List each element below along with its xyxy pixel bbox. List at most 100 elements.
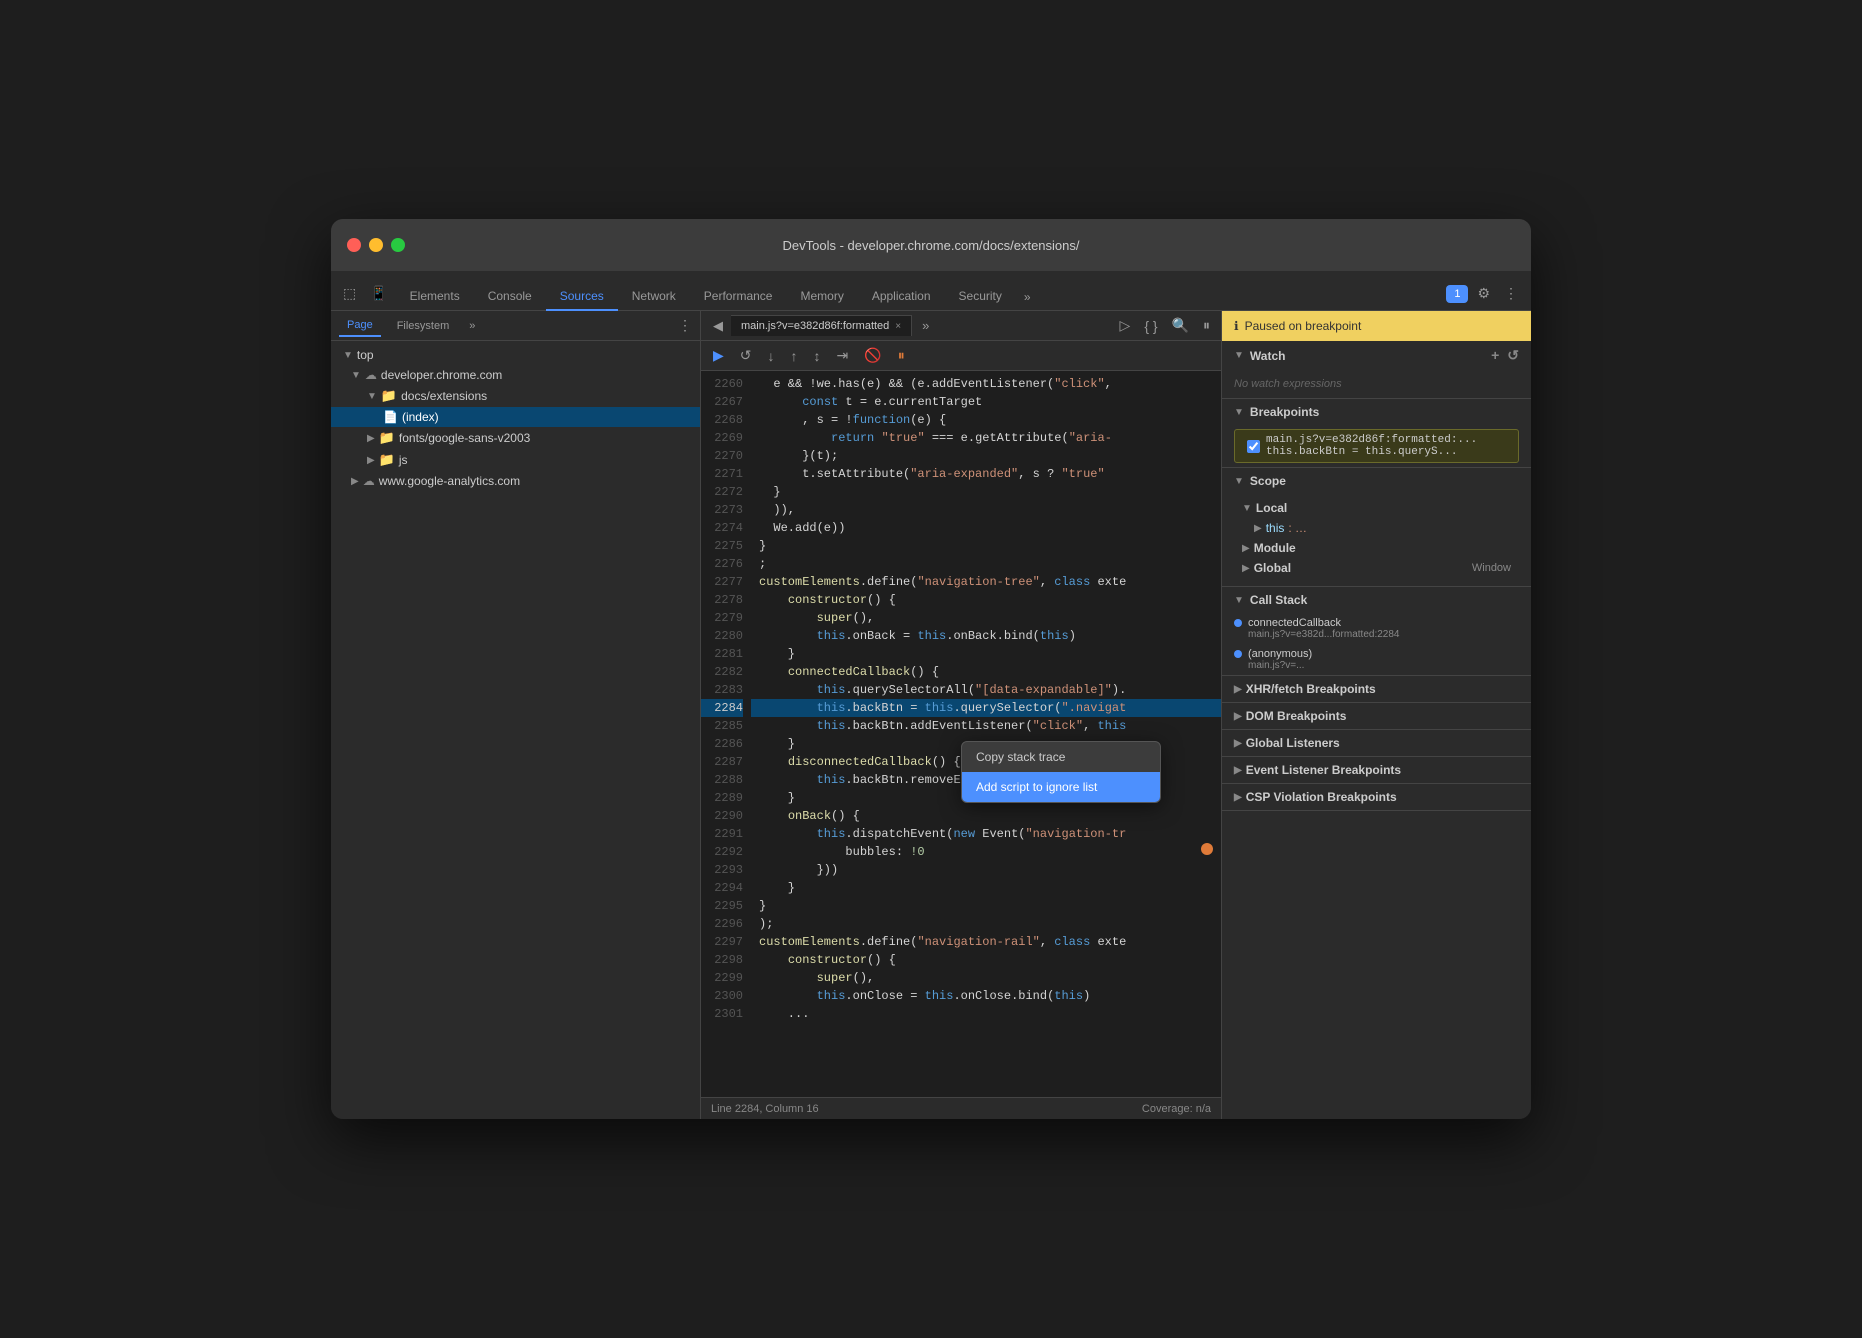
step-out-btn[interactable]: ↑ xyxy=(787,346,802,366)
code-line: super(), xyxy=(751,969,1221,987)
tree-item-js[interactable]: ▶ 📁 js xyxy=(331,449,700,471)
code-line: , s = !function(e) { xyxy=(751,411,1221,429)
search-icon[interactable]: 🔍 xyxy=(1169,317,1192,334)
toolbar-right: 1 ⚙ ⋮ xyxy=(1446,283,1523,310)
expand-arrow: ▶ xyxy=(351,476,359,487)
deactivate-breakpoints-btn[interactable]: ⇥ xyxy=(833,345,853,366)
code-area: 2260 2267 2268 2269 2270 2271 2272 2273 … xyxy=(701,371,1221,1097)
event-listener-header[interactable]: ▶ Event Listener Breakpoints xyxy=(1222,757,1531,783)
breakpoints-header[interactable]: ▼ Breakpoints xyxy=(1222,399,1531,425)
minimize-button[interactable] xyxy=(369,238,383,252)
global-listeners-header[interactable]: ▶ Global Listeners xyxy=(1222,730,1531,756)
tree-item-label: fonts/google-sans-v2003 xyxy=(399,431,530,445)
cursor-icon[interactable]: ⬚ xyxy=(339,283,360,304)
scope-local[interactable]: ▼ Local xyxy=(1234,498,1519,518)
tab-page[interactable]: Page xyxy=(339,315,381,337)
sources-menu[interactable]: ⋮ xyxy=(678,317,692,334)
call-stack-item-anonymous[interactable]: (anonymous) main.js?v=... xyxy=(1222,644,1531,675)
dom-header[interactable]: ▶ DOM Breakpoints xyxy=(1222,703,1531,729)
tree-item-domain-analytics[interactable]: ▶ ☁ www.google-analytics.com xyxy=(331,471,700,491)
watch-add-btn[interactable]: + xyxy=(1491,347,1499,364)
tab-elements[interactable]: Elements xyxy=(396,283,474,311)
more-icon[interactable]: ⋮ xyxy=(1499,283,1523,304)
tab-security[interactable]: Security xyxy=(945,283,1016,311)
dom-section: ▶ DOM Breakpoints xyxy=(1222,703,1531,730)
xhr-header[interactable]: ▶ XHR/fetch Breakpoints xyxy=(1222,676,1531,702)
pretty-print-icon[interactable]: { } xyxy=(1141,318,1160,334)
xhr-arrow: ▶ xyxy=(1234,684,1242,695)
csp-arrow: ▶ xyxy=(1234,792,1242,803)
tab-memory[interactable]: Memory xyxy=(786,283,857,311)
settings-icon[interactable]: ⚙ xyxy=(1472,283,1495,304)
tab-console[interactable]: Console xyxy=(474,283,546,311)
scope-local-label: Local xyxy=(1256,501,1287,515)
editor-file-tab[interactable]: main.js?v=e382d86f:formatted × xyxy=(731,315,912,336)
breakpoint-text: main.js?v=e382d86f:formatted:... this.ba… xyxy=(1266,434,1477,458)
code-line: } xyxy=(751,537,1221,555)
csp-header[interactable]: ▶ CSP Violation Breakpoints xyxy=(1222,784,1531,810)
dont-pause-btn[interactable]: 🚫 xyxy=(860,345,885,366)
resume-btn[interactable]: ▶ xyxy=(709,345,728,366)
code-line: connectedCallback() { xyxy=(751,663,1221,681)
scope-content: ▼ Local ▶ this : … ▶ Module ▶ xyxy=(1222,494,1531,586)
file-tab-close[interactable]: × xyxy=(895,321,901,332)
tree-item-fonts[interactable]: ▶ 📁 fonts/google-sans-v2003 xyxy=(331,427,700,449)
main-area: Page Filesystem » ⋮ ▼ top ▼ ☁ developer.… xyxy=(331,311,1531,1119)
tab-application[interactable]: Application xyxy=(858,283,945,311)
tree-item-docs-extensions[interactable]: ▼ 📁 docs/extensions xyxy=(331,385,700,407)
global-listeners-label: Global Listeners xyxy=(1246,736,1340,750)
scope-header[interactable]: ▼ Scope xyxy=(1222,468,1531,494)
tab-filesystem[interactable]: Filesystem xyxy=(389,316,458,336)
module-arrow: ▶ xyxy=(1242,543,1250,554)
editor-prev-btn[interactable]: ◀ xyxy=(709,318,727,334)
step-btn[interactable]: ↕ xyxy=(810,346,825,366)
tree-item-domain-chrome[interactable]: ▼ ☁ developer.chrome.com xyxy=(331,365,700,385)
breakpoint-checkbox[interactable] xyxy=(1247,440,1260,453)
main-tabs: ⬚ 📱 Elements Console Sources Network Per… xyxy=(331,271,1531,311)
breakpoint-file: main.js?v=e382d86f:formatted:... xyxy=(1266,434,1477,446)
play-icon[interactable]: ▷ xyxy=(1117,317,1134,334)
traffic-lights xyxy=(347,238,405,252)
file-tree: ▼ top ▼ ☁ developer.chrome.com ▼ 📁 docs/… xyxy=(331,341,700,1119)
code-line: })) xyxy=(751,861,1221,879)
watch-header[interactable]: ▼ Watch + ↺ xyxy=(1222,341,1531,370)
step-over-btn[interactable]: ↺ xyxy=(736,345,756,366)
pause-icon[interactable]: ⏸ xyxy=(1200,317,1213,334)
tab-network[interactable]: Network xyxy=(618,283,690,311)
tree-item-label: developer.chrome.com xyxy=(381,368,502,382)
step-into-btn[interactable]: ↓ xyxy=(764,346,779,366)
csp-section: ▶ CSP Violation Breakpoints xyxy=(1222,784,1531,811)
call-stack-header[interactable]: ▼ Call Stack xyxy=(1222,587,1531,613)
watch-refresh-btn[interactable]: ↺ xyxy=(1507,347,1519,364)
notification-badge[interactable]: 1 xyxy=(1446,285,1468,303)
tab-performance[interactable]: Performance xyxy=(690,283,787,311)
tree-item-top[interactable]: ▼ top xyxy=(331,345,700,365)
context-menu-add-to-ignore[interactable]: Add script to ignore list xyxy=(962,772,1160,802)
csp-label: CSP Violation Breakpoints xyxy=(1246,790,1397,804)
watch-arrow: ▼ xyxy=(1234,350,1244,361)
scope-this[interactable]: ▶ this : … xyxy=(1234,518,1519,538)
code-line-highlighted: this.backBtn = this.querySelector(".navi… xyxy=(751,699,1221,717)
scope-global[interactable]: ▶ Global Window xyxy=(1234,558,1519,578)
tab-sources[interactable]: Sources xyxy=(546,283,618,311)
scope-module[interactable]: ▶ Module xyxy=(1234,538,1519,558)
editor-more-tabs[interactable]: » xyxy=(916,318,935,333)
expand-arrow: ▼ xyxy=(351,370,361,381)
context-menu-copy-stack[interactable]: Copy stack trace xyxy=(962,742,1160,772)
editor-toolbar: ◀ main.js?v=e382d86f:formatted × » ▷ { }… xyxy=(701,311,1221,341)
tree-item-index[interactable]: 📄 (index) xyxy=(331,407,700,427)
scope-label: Scope xyxy=(1250,474,1286,488)
scope-global-label: Global xyxy=(1254,561,1291,575)
code-line: this.backBtn.addEventListener("click", t… xyxy=(751,717,1221,735)
sources-more[interactable]: » xyxy=(469,320,475,332)
code-line: this.onClose = this.onClose.bind(this) xyxy=(751,987,1221,1005)
pause-btn[interactable]: ⏸ xyxy=(894,345,909,366)
call-stack-item-connected[interactable]: connectedCallback main.js?v=e382d...form… xyxy=(1222,613,1531,644)
code-line: } xyxy=(751,645,1221,663)
close-button[interactable] xyxy=(347,238,361,252)
tabs-more-icon[interactable]: » xyxy=(1016,284,1039,310)
call-fn-name: (anonymous) xyxy=(1248,648,1312,660)
code-line: customElements.define("navigation-tree",… xyxy=(751,573,1221,591)
maximize-button[interactable] xyxy=(391,238,405,252)
device-icon[interactable]: 📱 xyxy=(366,283,391,304)
